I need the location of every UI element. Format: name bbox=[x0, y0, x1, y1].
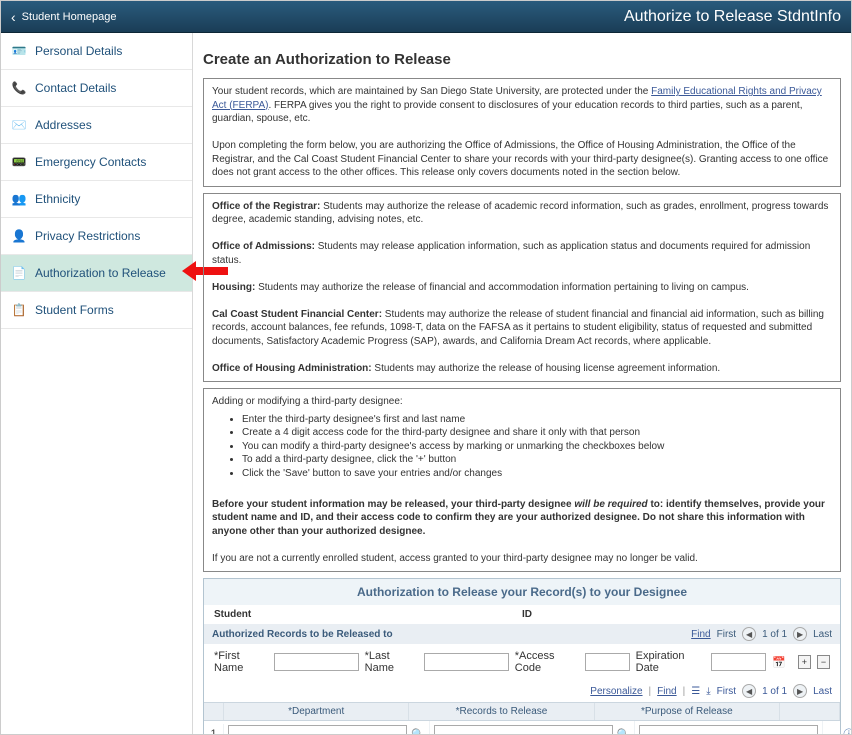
sidebar-item-privacy-restrictions[interactable]: 👤Privacy Restrictions bbox=[1, 218, 192, 255]
sidebar-item-ethnicity[interactable]: 👥Ethnicity bbox=[1, 181, 192, 218]
add-designee-button[interactable]: + bbox=[798, 655, 811, 669]
top-bar: ‹ Student Homepage Authorize to Release … bbox=[1, 1, 851, 33]
remove-designee-button[interactable]: − bbox=[817, 655, 830, 669]
back-label: Student Homepage bbox=[22, 11, 117, 23]
table-row: 1 🔍 🔍 ⓘ + − bbox=[204, 721, 840, 734]
next-page-icon[interactable]: ▶ bbox=[793, 627, 807, 641]
mail-icon: ✉️ bbox=[11, 117, 27, 133]
sidebar: 🪪Personal Details 📞Contact Details ✉️Add… bbox=[1, 33, 193, 734]
id-label: ID bbox=[522, 609, 532, 620]
sidebar-item-contact-details[interactable]: 📞Contact Details bbox=[1, 70, 192, 107]
info-icon[interactable]: ⓘ bbox=[843, 726, 851, 734]
intro-panel: Your student records, which are maintain… bbox=[203, 78, 841, 187]
sidebar-item-personal-details[interactable]: 🪪Personal Details bbox=[1, 33, 192, 70]
back-chevron-icon: ‹ bbox=[11, 9, 16, 25]
id-icon: 🪪 bbox=[11, 43, 27, 59]
department-input[interactable] bbox=[228, 725, 407, 734]
records-input[interactable] bbox=[434, 725, 613, 734]
form-icon: 📋 bbox=[11, 302, 27, 318]
subtable-header: *Department *Records to Release *Purpose… bbox=[204, 702, 840, 721]
main-content: Create an Authorization to Release Your … bbox=[193, 33, 851, 734]
grid-title: Authorization to Release your Record(s) … bbox=[204, 579, 840, 605]
access-code-input[interactable] bbox=[585, 653, 630, 671]
sidebar-item-emergency-contacts[interactable]: 📟Emergency Contacts bbox=[1, 144, 192, 181]
personalize-link[interactable]: Personalize bbox=[590, 686, 642, 697]
people-icon: 👥 bbox=[11, 191, 27, 207]
subgrid-toolbar: Personalize| Find| ☰ ⤓ First ◀ 1 of 1 ▶ … bbox=[204, 680, 840, 702]
subgrid-next-icon[interactable]: ▶ bbox=[793, 684, 807, 698]
page-header-title: Authorize to Release StdntInfo bbox=[624, 8, 841, 26]
instructions-panel: Adding or modifying a third-party design… bbox=[203, 388, 841, 572]
view-all-icon[interactable]: ☰ bbox=[691, 686, 700, 697]
subgrid-find-link[interactable]: Find bbox=[657, 686, 676, 697]
sidebar-item-student-forms[interactable]: 📋Student Forms bbox=[1, 292, 192, 329]
download-icon[interactable]: ⤓ bbox=[706, 686, 710, 697]
lookup-icon[interactable]: 🔍 bbox=[617, 728, 631, 735]
expiration-date-input[interactable] bbox=[711, 653, 766, 671]
doc-lock-icon: 📄 bbox=[11, 265, 27, 281]
first-name-input[interactable] bbox=[274, 653, 359, 671]
lookup-icon[interactable]: 🔍 bbox=[411, 728, 425, 735]
row-number: 1 bbox=[204, 724, 224, 734]
sidebar-item-authorization-to-release[interactable]: 📄Authorization to Release bbox=[1, 255, 192, 292]
prev-page-icon[interactable]: ◀ bbox=[742, 627, 756, 641]
designee-row: *First Name *Last Name *Access Code Expi… bbox=[204, 644, 840, 680]
back-to-homepage[interactable]: ‹ Student Homepage bbox=[11, 9, 116, 25]
phone-icon: 📞 bbox=[11, 80, 27, 96]
subgrid-prev-icon[interactable]: ◀ bbox=[742, 684, 756, 698]
person-alert-icon: 👤 bbox=[11, 228, 27, 244]
offices-panel: Office of the Registrar: Students may au… bbox=[203, 193, 841, 383]
sidebar-item-addresses[interactable]: ✉️Addresses bbox=[1, 107, 192, 144]
page-title: Create an Authorization to Release bbox=[203, 51, 841, 68]
emergency-icon: 📟 bbox=[11, 154, 27, 170]
last-name-input[interactable] bbox=[424, 653, 509, 671]
find-link[interactable]: Find bbox=[691, 629, 710, 640]
release-grid: Authorization to Release your Record(s) … bbox=[203, 578, 841, 734]
purpose-input[interactable] bbox=[639, 725, 818, 734]
calendar-icon[interactable]: 📅 bbox=[772, 656, 786, 669]
student-label: Student bbox=[214, 609, 251, 620]
records-header: Authorized Records to be Released to Fin… bbox=[204, 624, 840, 644]
